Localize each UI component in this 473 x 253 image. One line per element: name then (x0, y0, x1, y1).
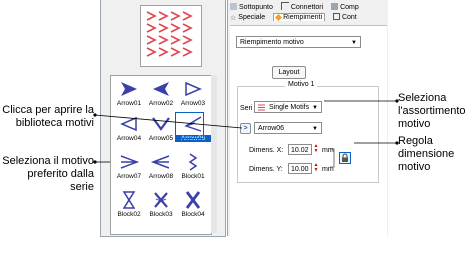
tab-special[interactable]: ☆ Speciale (230, 14, 265, 22)
motif-item[interactable]: Arrow04 (111, 114, 147, 142)
size-x-spinner[interactable]: ▲ ▼ (312, 144, 320, 155)
size-x-input[interactable]: 10.02 (288, 144, 312, 155)
motif-item[interactable]: Block04 (175, 190, 211, 218)
motif-preview-pattern-icon (146, 11, 193, 57)
arrow-left-outline-icon (120, 116, 137, 132)
tab-label: Riempimenti (283, 14, 322, 21)
callout-adjust-size: Regola dimensione motivo (398, 135, 455, 173)
fill-type-select[interactable]: Riempimento motivo ▼ (236, 36, 361, 48)
open-library-button[interactable]: > (240, 123, 251, 134)
motif-item[interactable]: Block01 (175, 152, 211, 180)
motif-group-title: Motivo 1 (285, 81, 318, 88)
chevron-down-icon: ▼ (312, 126, 318, 132)
block-hourglass-icon (122, 191, 136, 209)
motif-item[interactable]: Block03 (143, 190, 179, 218)
motif-grid-scrollbar[interactable] (211, 75, 217, 233)
fill-type-value: Riempimento motivo (240, 39, 304, 46)
block-bowtie-icon (185, 191, 201, 209)
motif-label: Arrow07 (116, 173, 142, 180)
motif-select[interactable]: Arrow06 ▼ (254, 122, 322, 134)
selection-highlight (175, 112, 204, 139)
block-zigzag-icon (188, 153, 198, 171)
motif-item[interactable]: Arrow08 (143, 152, 179, 180)
callout-open-library: Clicca per aprire la biblioteca motivi (2, 104, 94, 129)
tab-row-top: Sottopunto Connettori Comp (230, 2, 365, 12)
tab-label: Sottopunto (239, 4, 273, 11)
tab-outlines[interactable]: Cont (332, 13, 357, 21)
arrow-left-line-icon (150, 155, 170, 169)
compensation-icon (331, 3, 339, 10)
tab-label: Cont (341, 14, 357, 21)
motif-item[interactable]: Block02 (111, 190, 147, 218)
size-y-spinner[interactable]: ▲ ▼ (312, 163, 320, 174)
motif-label: Arrow04 (116, 135, 142, 142)
motif-item[interactable]: Arrow07 (111, 152, 147, 180)
motif-set-select[interactable]: Single Motifs ▼ (254, 101, 322, 113)
underlay-icon (230, 3, 237, 10)
motif-item[interactable]: Arrow02 (143, 79, 179, 107)
tab-label: Comp (340, 4, 359, 11)
motif-label: Arrow03 (180, 100, 206, 107)
chevron-down-icon: ▼ (312, 105, 318, 111)
layout-button[interactable]: Layout (272, 66, 306, 79)
tab-row-bottom: ☆ Speciale Riempimenti Cont (230, 13, 363, 24)
connector-icon (280, 2, 289, 10)
tab-compensation[interactable]: Comp (331, 3, 359, 11)
arrow-right-outline-icon (185, 81, 202, 97)
size-x-label: Dimens. X: (249, 147, 284, 154)
motif-item[interactable]: Arrow05 (143, 114, 179, 142)
motif-label: Arrow02 (148, 100, 174, 107)
arrow-down-icon (152, 117, 170, 131)
motif-set-icon (258, 104, 265, 111)
arrow-left-filled-icon (153, 82, 169, 96)
tab-label: Speciale (238, 14, 266, 21)
motif-preview (140, 5, 202, 67)
tab-underlay[interactable]: Sottopunto (230, 3, 273, 11)
motif-label: Arrow01 (116, 100, 142, 107)
motif-label: Block04 (181, 211, 205, 218)
motif-label: Arrow08 (148, 173, 174, 180)
motif-item[interactable]: Arrow03 (175, 79, 211, 107)
arrow-right-filled-icon (121, 82, 137, 96)
set-label: Seri (240, 105, 253, 112)
motif-label: Block03 (149, 211, 173, 218)
star-icon: ☆ (230, 15, 237, 22)
motif-item[interactable]: Arrow01 (111, 79, 147, 107)
motif-label: Arrow05 (148, 135, 174, 142)
arrow-right-line-icon (120, 155, 140, 169)
motif-value: Arrow06 (258, 125, 285, 132)
size-y-label: Dimens. Y: (249, 166, 283, 173)
motif-label: Block02 (117, 211, 141, 218)
tab-connectors[interactable]: Connettori (280, 2, 324, 11)
motif-set-value: Single Motifs (269, 104, 310, 111)
callout-select-set: Seleziona l'assortimento motivo (398, 92, 466, 130)
tab-label: Connettori (290, 4, 324, 11)
chevron-down-icon: ▼ (351, 40, 357, 46)
block-cross-icon (154, 192, 168, 208)
fill-icon (275, 13, 283, 22)
outline-icon (332, 13, 340, 20)
callout-select-motif: Seleziona il motivo preferito dalla seri… (2, 155, 94, 193)
lock-bracket (330, 148, 335, 168)
size-y-input[interactable]: 10.00 (288, 163, 312, 174)
tab-fills[interactable]: Riempimenti (273, 13, 325, 22)
motif-label: Block01 (181, 173, 205, 180)
